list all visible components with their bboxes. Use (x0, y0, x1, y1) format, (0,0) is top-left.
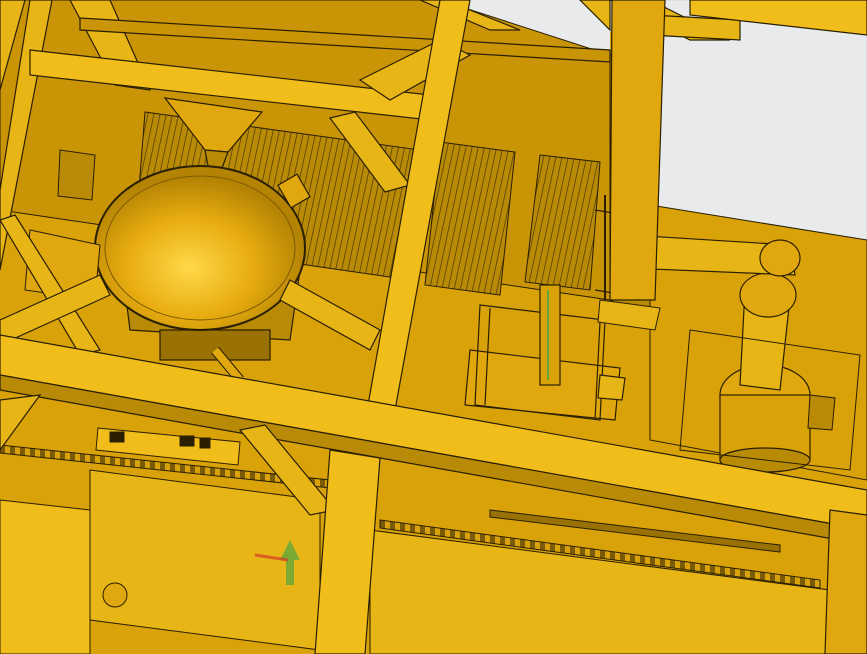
cad-scene (0, 0, 867, 654)
bowl-icon (94, 165, 306, 331)
cad-viewport[interactable] (0, 0, 867, 654)
